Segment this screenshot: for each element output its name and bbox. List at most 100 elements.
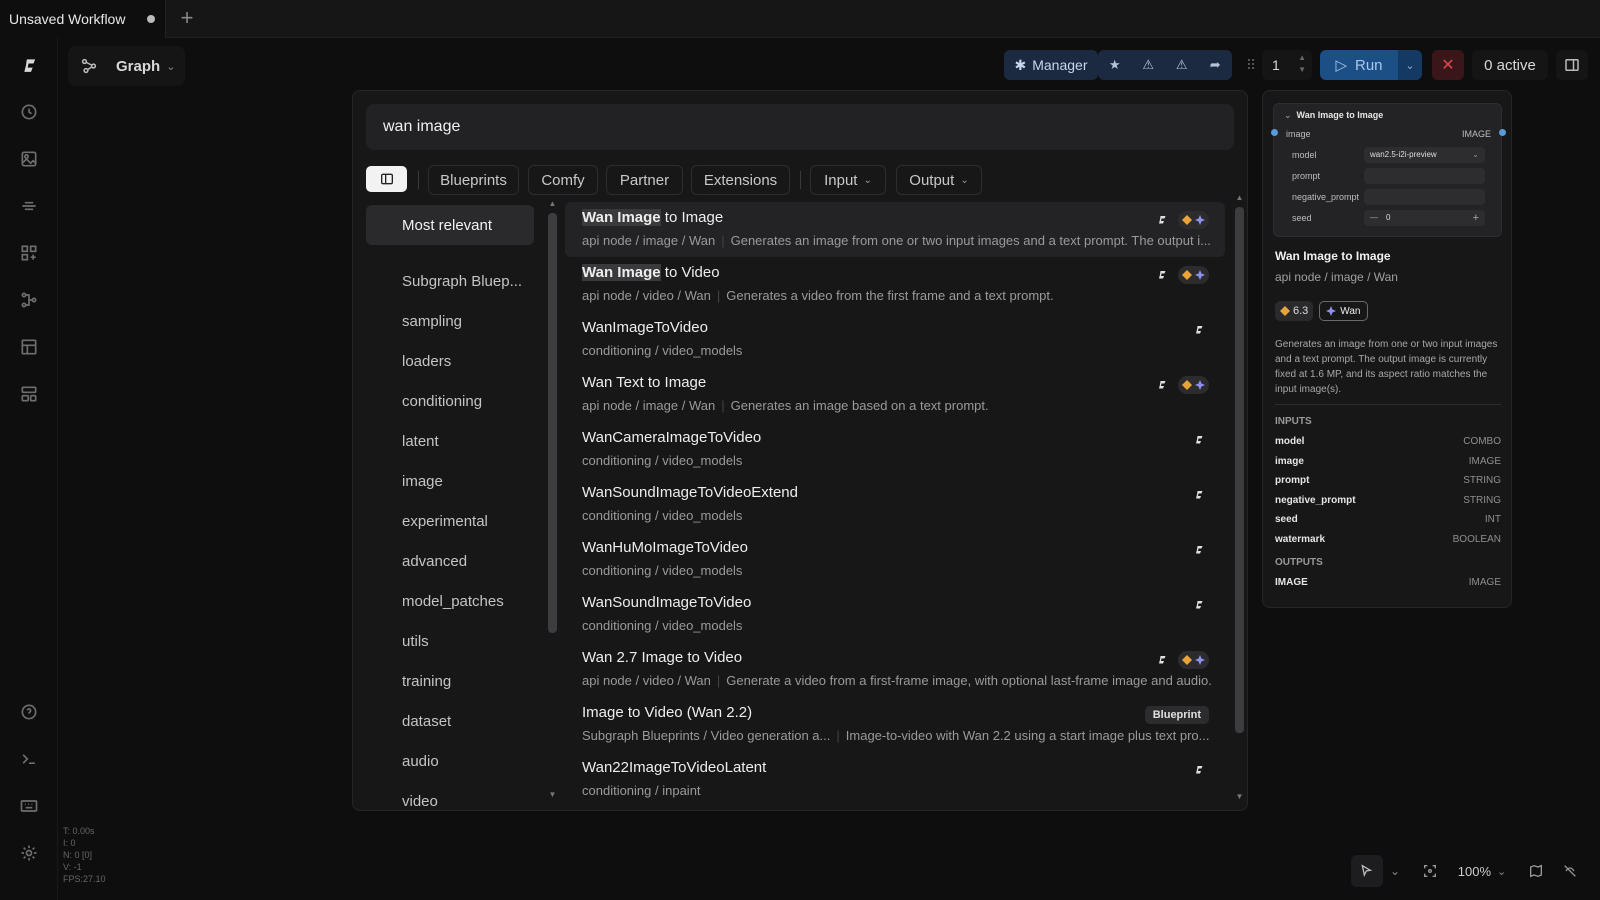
category-item[interactable]: conditioning [366, 381, 534, 421]
filter-chip-extensions[interactable]: Extensions [691, 165, 790, 195]
result-title: Wan22ImageToVideoLatent [582, 759, 766, 776]
preview-title: Wan Image to Image [1275, 249, 1391, 263]
minimap-icon[interactable] [1524, 855, 1548, 887]
scroll-up-icon[interactable]: ▲ [548, 199, 557, 208]
model-select-value: wan2.5-i2i-preview [1370, 150, 1437, 159]
search-result-row[interactable]: WanImageToVideo conditioning / video_mode… [565, 312, 1225, 367]
stepper-arrows-icon[interactable]: ▲ ▼ [1298, 52, 1306, 76]
search-result-row[interactable]: Wan Text to Image api node / image / Wan |… [565, 367, 1225, 422]
results-scrollbar[interactable]: ▲ ▼ [1235, 193, 1244, 801]
search-result-row[interactable]: WanHuMoImageToVideo conditioning / video_… [565, 532, 1225, 587]
credits-icon [1182, 380, 1192, 390]
tool-chevron-down-icon[interactable]: ⌄ [1387, 855, 1403, 887]
category-item[interactable]: video [366, 781, 534, 821]
divider: | [716, 288, 721, 303]
result-category: api node / video / Wan [582, 288, 711, 303]
result-badges [1154, 211, 1209, 229]
help-icon[interactable] [17, 700, 41, 724]
queue-count-stepper[interactable]: 1 ▲ ▼ [1262, 50, 1312, 80]
search-result-row[interactable]: Image to Video (Wan 2.2) Subgraph Bluepri… [565, 697, 1225, 752]
comfy-core-icon [1191, 486, 1209, 504]
search-result-row[interactable]: WanCameraImageToVideo conditioning / vide… [565, 422, 1225, 477]
workflows-icon[interactable] [17, 288, 41, 312]
apps-icon[interactable] [17, 382, 41, 406]
category-item[interactable]: sampling [366, 301, 534, 341]
category-item[interactable]: image [366, 461, 534, 501]
fit-view-icon[interactable] [1418, 855, 1442, 887]
select-tool-button[interactable] [1351, 855, 1383, 887]
category-item[interactable]: loaders [366, 341, 534, 381]
search-result-row[interactable]: Wan Image to Image api node / image / Wan… [565, 202, 1225, 257]
templates-icon[interactable] [17, 335, 41, 359]
models-icon[interactable] [17, 194, 41, 218]
drag-handle-icon[interactable]: ⠿ [1246, 50, 1256, 80]
widget-row: negative_prompt [1274, 188, 1503, 206]
filter-chip-blueprints[interactable]: Blueprints [428, 165, 519, 195]
search-result-row[interactable]: Wan Image to Video api node / video / Wan… [565, 257, 1225, 312]
graph-selector[interactable]: Graph ⌄ [68, 46, 185, 86]
provider-badge: Wan [1319, 301, 1368, 321]
category-item[interactable]: Subgraph Bluep... [366, 261, 534, 301]
category-item[interactable]: experimental [366, 501, 534, 541]
credits-icon [1182, 270, 1192, 280]
scroll-down-icon[interactable]: ▼ [548, 790, 557, 799]
category-item[interactable]: latent [366, 421, 534, 461]
history-icon[interactable] [17, 100, 41, 124]
filter-chip-partner[interactable]: Partner [606, 165, 683, 195]
canvas-stats: T: 0.00s I: 0 N: 0 [0] V: -1 FPS:27.10 [63, 825, 106, 885]
search-result-row[interactable]: Wan 2.7 Image to Video api node / video /… [565, 642, 1225, 697]
cancel-run-button[interactable]: ✕ [1432, 50, 1464, 80]
terminal-icon[interactable] [17, 747, 41, 771]
scroll-down-icon[interactable]: ▼ [1235, 792, 1244, 801]
toggle-panel-icon[interactable] [1556, 50, 1588, 80]
node-library-icon[interactable] [17, 241, 41, 265]
result-subtitle: conditioning / video_models [582, 563, 1212, 578]
comfy-logo-icon[interactable] [16, 54, 46, 78]
new-tab-button[interactable]: + [176, 7, 198, 30]
widget-label: seed [1292, 213, 1312, 223]
category-item[interactable]: model_patches [366, 581, 534, 621]
node-io-row: image IMAGE [1271, 125, 1506, 143]
result-subtitle: conditioning / video_models [582, 343, 1212, 358]
filter-chip-comfy[interactable]: Comfy [528, 165, 598, 195]
share-icon[interactable]: ➦ [1199, 57, 1233, 73]
input-type-dropdown[interactable]: Input ⌄ [810, 165, 886, 195]
images-icon[interactable] [17, 147, 41, 171]
scroll-up-icon[interactable]: ▲ [1235, 193, 1244, 202]
search-result-row[interactable]: WanSoundImageToVideoExtend conditioning /… [565, 477, 1225, 532]
input-row: model COMBO [1275, 436, 1501, 447]
search-input[interactable]: wan image [366, 104, 1234, 150]
result-category: Subgraph Blueprints / Video generation a… [582, 728, 831, 743]
run-button[interactable]: ▷ Run [1320, 50, 1398, 80]
keyboard-icon[interactable] [17, 794, 41, 818]
output-type-dropdown[interactable]: Output ⌄ [896, 165, 982, 195]
result-title: WanImageToVideo [582, 319, 708, 336]
result-title-text: Wan Text to Image [582, 374, 707, 391]
scrollbar-thumb[interactable] [1235, 207, 1244, 733]
run-options-chevron-icon[interactable]: ⌄ [1398, 50, 1422, 80]
category-item[interactable]: audio [366, 741, 534, 781]
search-result-row[interactable]: Wan22ImageToVideoLatent conditioning / in… [565, 752, 1225, 807]
result-badges: Blueprint [1144, 706, 1209, 724]
category-scrollbar[interactable]: ▲ ▼ [548, 199, 557, 799]
category-item[interactable]: training [366, 661, 534, 701]
toggle-sidebar-button[interactable] [366, 166, 407, 192]
left-sidebar [0, 38, 58, 900]
settings-gear-icon[interactable] [17, 841, 41, 865]
zoom-control[interactable]: 100% ⌄ [1452, 855, 1512, 887]
hide-links-icon[interactable] [1558, 855, 1582, 887]
warning-icon[interactable]: ⚠ [1132, 57, 1166, 73]
category-item[interactable]: dataset [366, 701, 534, 741]
category-item[interactable]: advanced [366, 541, 534, 581]
scrollbar-thumb[interactable] [548, 213, 557, 633]
search-result-row[interactable]: WanSoundImageToVideo conditioning / video… [565, 587, 1225, 642]
category-item[interactable]: utils [366, 621, 534, 661]
result-title: Wan 2.7 Image to Video [582, 649, 742, 666]
star-icon[interactable]: ★ [1098, 57, 1132, 73]
manager-button[interactable]: ✱ Manager [1004, 50, 1098, 80]
category-most-relevant[interactable]: Most relevant [366, 205, 534, 245]
warning-alt-icon[interactable]: ⚠ [1165, 57, 1199, 73]
workflow-tab[interactable]: Unsaved Workflow [0, 0, 166, 38]
active-queue-button[interactable]: 0 active [1472, 50, 1548, 80]
stat-line: T: 0.00s [63, 826, 95, 836]
